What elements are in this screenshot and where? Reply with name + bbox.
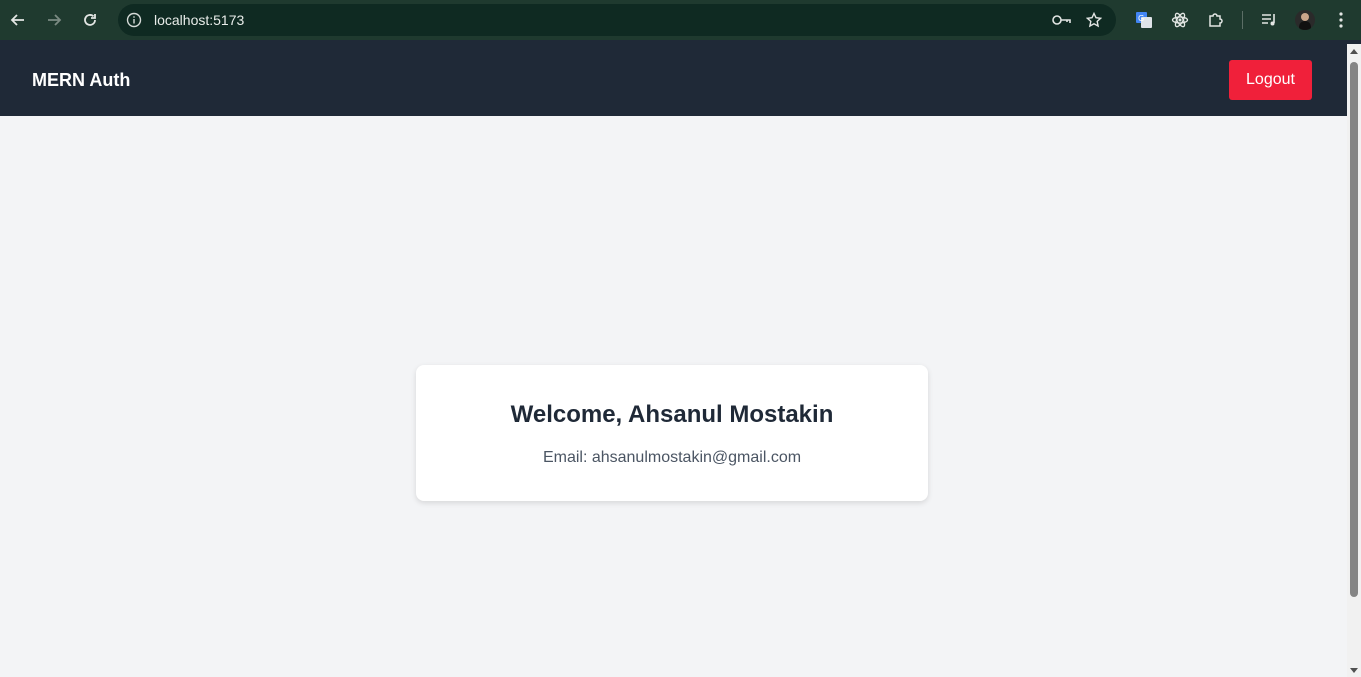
avatar	[1295, 10, 1315, 30]
profile-button[interactable]	[1287, 0, 1323, 40]
media-queue-icon	[1262, 14, 1275, 26]
url-text[interactable]: localhost:5173	[154, 12, 244, 28]
back-button[interactable]	[0, 0, 36, 40]
welcome-heading: Welcome, Ahsanul Mostakin	[510, 401, 834, 428]
browser-menu-button[interactable]	[1323, 0, 1359, 40]
scrollbar-thumb[interactable]	[1350, 62, 1358, 597]
brand-title[interactable]: MERN Auth	[32, 70, 130, 91]
react-icon	[1171, 12, 1189, 28]
app-navbar: MERN Auth Logout	[0, 44, 1347, 116]
password-key-button[interactable]	[1046, 4, 1078, 36]
media-controls-button[interactable]	[1251, 0, 1287, 40]
google-translate-icon: G	[1136, 12, 1152, 28]
puzzle-icon	[1209, 13, 1223, 27]
scroll-down-icon[interactable]	[1350, 668, 1358, 673]
arrow-left-icon	[10, 14, 24, 26]
main-content: Welcome, Ahsanul Mostakin Email: ahsanul…	[0, 116, 1347, 677]
address-bar[interactable]: localhost:5173	[118, 4, 1116, 36]
site-info-button[interactable]	[118, 4, 150, 36]
toolbar-separator	[1242, 11, 1243, 29]
arrow-right-icon	[48, 14, 62, 26]
translate-extension[interactable]: G	[1126, 0, 1162, 40]
logout-button[interactable]: Logout	[1229, 60, 1312, 100]
forward-button[interactable]	[36, 0, 72, 40]
reload-button[interactable]	[72, 0, 108, 40]
scroll-up-icon[interactable]	[1350, 49, 1358, 54]
kebab-menu-icon	[1339, 12, 1343, 28]
info-icon	[126, 12, 142, 28]
svg-text:G: G	[1138, 14, 1144, 23]
bookmark-button[interactable]	[1078, 4, 1110, 36]
profile-card: Welcome, Ahsanul Mostakin Email: ahsanul…	[416, 365, 928, 501]
react-devtools-extension[interactable]	[1162, 0, 1198, 40]
reload-icon	[84, 14, 96, 26]
star-icon	[1086, 12, 1102, 28]
email-text: Email: ahsanulmostakin@gmail.com	[542, 449, 802, 466]
extensions-button[interactable]	[1198, 0, 1234, 40]
browser-toolbar: localhost:5173 G	[0, 0, 1361, 40]
page-scrollbar[interactable]	[1347, 44, 1361, 677]
key-icon	[1052, 15, 1071, 25]
